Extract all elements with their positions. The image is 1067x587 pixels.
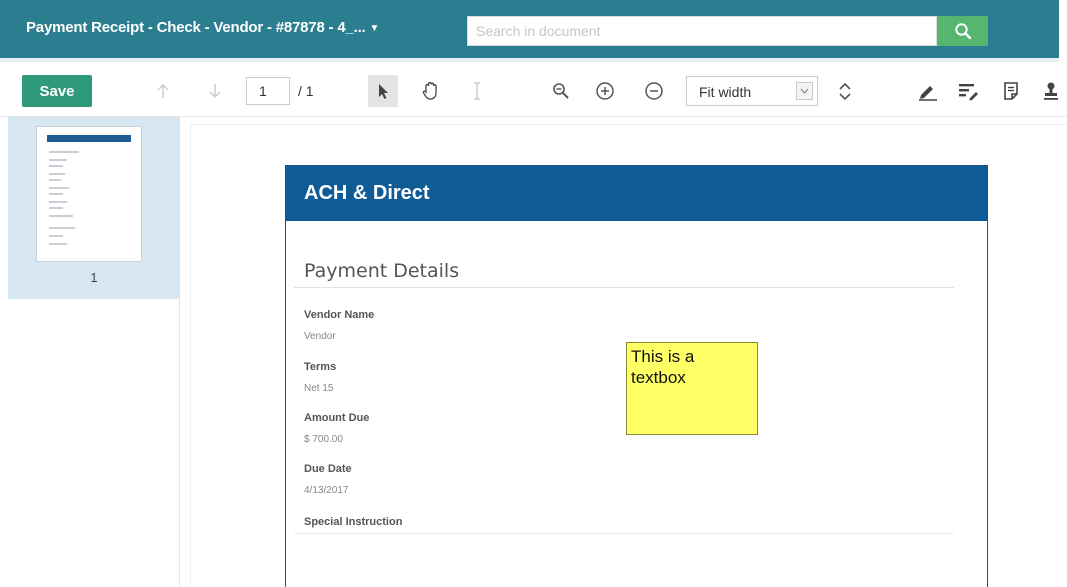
highlight-pen-icon[interactable] [915, 77, 941, 105]
textbox-annotation-line-2: textbox [631, 368, 686, 387]
zoom-select-value: Fit width [699, 84, 752, 100]
stamp-icon[interactable] [1041, 77, 1061, 105]
document-page: ACH & Direct Payment Details Vendor Name… [285, 165, 988, 587]
select-pointer-icon[interactable] [368, 75, 398, 107]
next-page-arrow-down-icon[interactable] [202, 77, 228, 105]
note-icon[interactable] [998, 77, 1024, 105]
field-value-due-date: 4/13/2017 [304, 485, 349, 496]
document-heading: ACH & Direct [304, 182, 430, 204]
rotate-icon[interactable] [832, 77, 858, 105]
textbox-annotation[interactable]: This is a textbox [626, 342, 758, 435]
page-number-input[interactable] [246, 77, 290, 105]
field-label-vendor-name: Vendor Name [304, 309, 375, 321]
document-title-dropdown[interactable]: Payment Receipt - Check - Vendor - #8787… [26, 19, 379, 36]
section-divider [294, 287, 954, 288]
zoom-in-icon[interactable] [592, 77, 618, 105]
field-value-amount-due: $ 700.00 [304, 434, 343, 445]
document-title: Payment Receipt - Check - Vendor - #8787… [26, 19, 366, 36]
page-total-label: / 1 [298, 83, 314, 99]
pan-hand-icon[interactable] [418, 77, 444, 105]
field-label-terms: Terms [304, 361, 337, 373]
field-label-amount-due: Amount Due [304, 412, 370, 424]
save-button[interactable]: Save [22, 75, 92, 107]
thumbnail-panel: 1 [0, 117, 180, 587]
section-title: Payment Details [304, 260, 460, 282]
caret-down-icon: ▼ [369, 23, 380, 34]
page-thumbnail [36, 126, 142, 262]
zoom-select[interactable]: Fit width [686, 76, 818, 106]
viewer-toolbar: Save / 1 Fit width [0, 62, 1067, 117]
text-annotation-icon[interactable] [955, 77, 981, 105]
search-input[interactable] [467, 16, 937, 46]
field-label-special-instruction: Special Instruction [304, 516, 403, 528]
chevron-down-icon [796, 82, 813, 100]
field-value-terms: Net 15 [304, 383, 334, 394]
field-value-vendor-name: Vendor [304, 331, 336, 342]
thumbnail-page-number: 1 [90, 270, 98, 285]
title-bar: Payment Receipt - Check - Vendor - #8787… [0, 0, 1067, 62]
field-label-due-date: Due Date [304, 463, 352, 475]
page-thumbnail-item[interactable]: 1 [8, 117, 180, 299]
search-icon [954, 23, 971, 40]
document-viewer[interactable]: ACH & Direct Payment Details Vendor Name… [190, 124, 1067, 587]
prev-page-arrow-up-icon[interactable] [150, 77, 176, 105]
search-zoom-icon[interactable] [548, 77, 574, 105]
text-select-icon[interactable] [464, 77, 490, 105]
window-edge [1059, 0, 1067, 62]
zoom-out-icon[interactable] [641, 77, 667, 105]
section-divider-2 [294, 533, 954, 534]
document-header-band: ACH & Direct [286, 166, 987, 221]
search-button[interactable] [937, 16, 988, 46]
textbox-annotation-line-1: This is a [631, 347, 695, 366]
